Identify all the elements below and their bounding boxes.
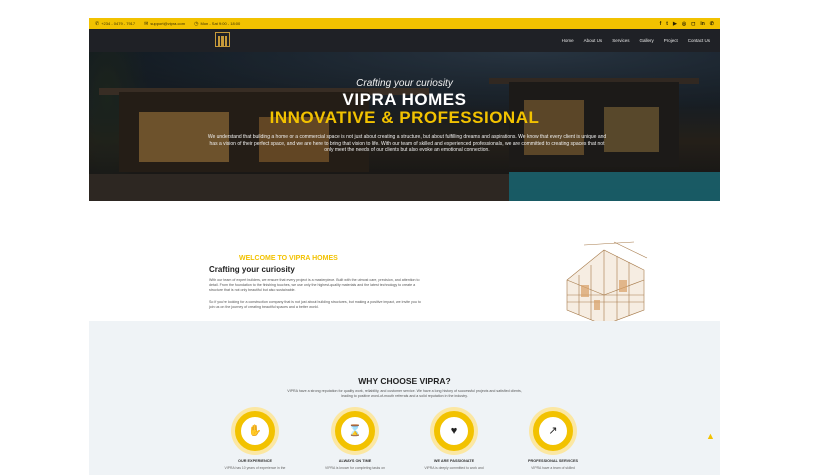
email-info[interactable]: ✉ support@vipra.com (144, 21, 185, 27)
welcome-paragraph-2: So if you're looking for a construction … (209, 300, 421, 309)
feature-desc: VIPRA has 10 years of experience in the (224, 466, 286, 470)
why-description: VIPRA have a strong reputation for quali… (287, 389, 522, 398)
nav-item-about[interactable]: About Us (584, 38, 603, 43)
office-hours: Mon - Sat 9:00 - 18:00 (200, 21, 241, 26)
linkedin-icon[interactable]: in (700, 21, 704, 27)
youtube-icon[interactable]: ▶ (673, 21, 677, 27)
email-address: support@vipra.com (150, 21, 186, 26)
why-choose-section: WHY CHOOSE VIPRA? VIPRA have a strong re… (89, 321, 720, 475)
feature-card: ↗ PROFESSIONAL SERVICES VIPRA have a tea… (515, 411, 591, 470)
phone-number: +234 - 0479 - 7917 (101, 21, 136, 26)
clock-icon: ◷ (194, 20, 199, 27)
phone-info[interactable]: ✆ +234 - 0479 - 7917 (95, 21, 135, 27)
feature-card: ⌛ ALWAYS ON TIME VIPRA is known for comp… (317, 411, 393, 470)
hero-headline: INNOVATIVE & PROFESSIONAL (269, 108, 540, 127)
feature-card: ♥ WE ARE PASSIONATE VIPRA is deeply comm… (416, 411, 492, 470)
dribbble-icon[interactable]: ◎ (682, 21, 686, 27)
page: ✆ +234 - 0479 - 7917 ✉ support@vipra.com… (89, 18, 720, 475)
nav-item-contact[interactable]: Contact Us (688, 38, 710, 43)
feature-desc: VIPRA is known for completing tasks on (325, 466, 385, 470)
welcome-title: WELCOME TO VIPRA HOMES (239, 255, 338, 262)
feature-desc: VIPRA have a team of skilled (531, 466, 575, 470)
social-links: f t ▶ ◎ ◻ in ✆ (660, 21, 714, 27)
feature-card: ✋ OUR EXPERIENCE VIPRA has 10 years of e… (217, 411, 293, 470)
hourglass-icon: ⌛ (348, 424, 362, 437)
architecture-sketch-image (566, 241, 648, 326)
feature-desc: VIPRA is deeply committed to work and (424, 466, 484, 470)
nav-item-home[interactable]: Home (562, 38, 574, 43)
nav-item-services[interactable]: Services (612, 38, 629, 43)
whatsapp-icon[interactable]: ✆ (710, 21, 714, 27)
hero-description: We understand that building a home or a … (207, 134, 607, 154)
nav-item-project[interactable]: Project (664, 38, 678, 43)
phone-icon: ✆ (95, 20, 100, 27)
contact-info: ✆ +234 - 0479 - 7917 ✉ support@vipra.com… (95, 21, 240, 27)
mail-icon: ✉ (144, 20, 149, 27)
hero-tagline: Crafting your curiosity (356, 78, 453, 89)
logo-icon[interactable] (215, 32, 230, 47)
hero-brand: VIPRA HOMES (342, 90, 467, 109)
twitter-icon[interactable]: t (666, 21, 668, 27)
welcome-paragraph-1: With our team of expert builders, we ens… (209, 278, 420, 292)
top-bar: ✆ +234 - 0479 - 7917 ✉ support@vipra.com… (89, 18, 720, 29)
why-title: WHY CHOOSE VIPRA? (358, 376, 451, 386)
scroll-to-top-icon[interactable]: ▲ (706, 431, 715, 441)
feature-title: ALWAYS ON TIME (338, 459, 372, 463)
nav-menu: Home About Us Services Gallery Project C… (562, 29, 710, 52)
facebook-icon[interactable]: f (660, 21, 662, 27)
instagram-icon[interactable]: ◻ (691, 21, 695, 27)
welcome-subtitle: Crafting your curiosity (209, 265, 295, 274)
feature-title: WE ARE PASSIONATE (433, 459, 475, 463)
hours-info: ◷ Mon - Sat 9:00 - 18:00 (194, 21, 240, 27)
feature-title: PROFESSIONAL SERVICES (527, 459, 579, 463)
handshake-icon: ✋ (248, 424, 262, 437)
heart-icon: ♥ (450, 424, 458, 437)
hero-banner: Crafting your curiosity VIPRA HOMES INNO… (89, 52, 720, 201)
nav-item-gallery[interactable]: Gallery (639, 38, 653, 43)
feature-title: OUR EXPERIENCE (238, 459, 272, 463)
chart-icon: ↗ (548, 424, 558, 437)
main-navigation: Home About Us Services Gallery Project C… (89, 29, 720, 52)
